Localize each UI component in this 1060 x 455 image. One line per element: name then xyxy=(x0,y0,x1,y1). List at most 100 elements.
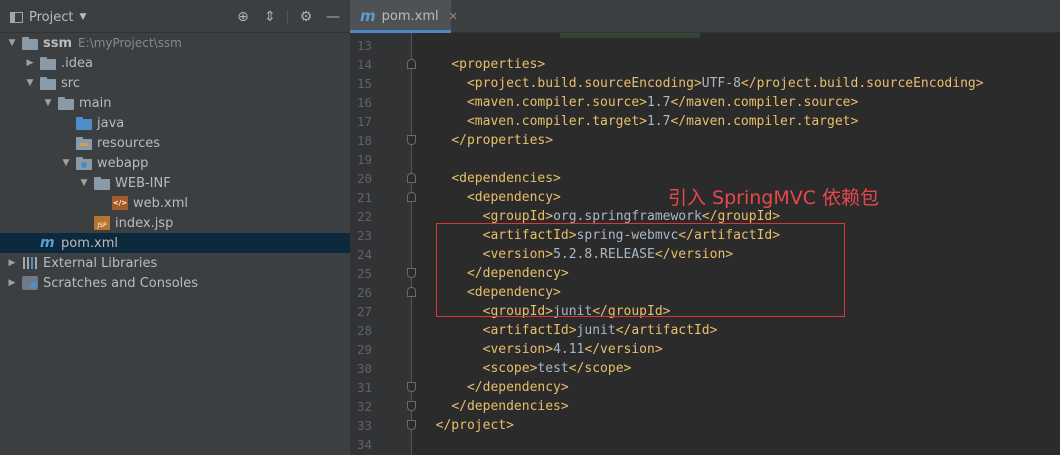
gear-icon[interactable]: ⚙ xyxy=(297,8,315,26)
line-number: 28 xyxy=(356,323,372,338)
resources-folder-icon xyxy=(76,136,92,150)
line-number: 29 xyxy=(356,342,372,357)
code-text: <dependency> xyxy=(466,190,561,205)
line-number: 14 xyxy=(356,57,372,72)
code-line: 34 xyxy=(350,435,1060,454)
line-number: 32 xyxy=(356,399,372,414)
project-view-selector[interactable]: Project ▼ xyxy=(10,8,86,26)
tree-item[interactable]: ▼ WEB-INF xyxy=(0,173,350,193)
line-number: 30 xyxy=(356,361,372,376)
code-line: 15 <project.build.sourceEncoding>UTF-8</… xyxy=(350,74,1060,93)
web-folder-icon xyxy=(76,156,92,170)
fold-marker-icon[interactable] xyxy=(407,420,416,430)
tree-item[interactable]: ▼ ssm E:\myProject\ssm xyxy=(0,33,350,53)
folder-icon xyxy=(58,96,74,110)
tree-item[interactable]: ▶ External Libraries xyxy=(0,253,350,273)
line-number: 19 xyxy=(356,152,372,167)
code-text: </project> xyxy=(435,418,514,433)
folder-icon xyxy=(40,76,56,90)
tree-item[interactable]: ▶</>web.xml xyxy=(0,193,350,213)
tree-item-label: External Libraries xyxy=(43,255,158,271)
project-panel-header: Project ▼ ⊕ ⇕ ⚙ — xyxy=(0,0,350,33)
code-line: 17 <maven.compiler.target>1.7</maven.com… xyxy=(350,112,1060,131)
toolbar-divider xyxy=(287,10,288,24)
tab-pom-xml[interactable]: m pom.xml ✕ xyxy=(350,0,458,33)
project-panel-title: Project xyxy=(29,9,74,25)
tree-item[interactable]: ▼ main xyxy=(0,93,350,113)
fold-marker-icon[interactable] xyxy=(407,173,416,183)
code-line: 19 xyxy=(350,150,1060,169)
tab-label: pom.xml xyxy=(381,8,439,24)
tree-item-label: WEB-INF xyxy=(115,175,171,191)
project-panel-toolbar: ⊕ ⇕ ⚙ — xyxy=(225,8,342,26)
fold-marker-icon[interactable] xyxy=(407,268,416,278)
code-text: </properties> xyxy=(451,133,554,148)
fold-marker-icon[interactable] xyxy=(407,59,416,69)
tree-item[interactable]: ▶ Scratches and Consoles xyxy=(0,273,350,293)
line-number: 33 xyxy=(356,418,372,433)
line-number: 25 xyxy=(356,266,372,281)
tree-item[interactable]: ▶ .idea xyxy=(0,53,350,73)
tree-item[interactable]: ▶JSPindex.jsp xyxy=(0,213,350,233)
editor: m pom.xml ✕ 13 14 <properties> 15 <project… xyxy=(350,0,1060,455)
expanded-arrow-icon[interactable]: ▼ xyxy=(42,98,54,108)
project-panel: Project ▼ ⊕ ⇕ ⚙ — ▼ ssm E:\myProject\ssm ▶.… xyxy=(0,0,350,455)
tree-item-label: Scratches and Consoles xyxy=(43,275,199,291)
close-icon[interactable]: ✕ xyxy=(449,10,458,23)
xml-file-icon: </> xyxy=(112,196,128,210)
fold-marker-icon[interactable] xyxy=(407,192,416,202)
tree-item-label: pom.xml xyxy=(61,235,118,251)
fold-marker-icon[interactable] xyxy=(407,382,416,392)
tree-item-label: src xyxy=(61,75,80,91)
tree-item[interactable]: ▼ webapp xyxy=(0,153,350,173)
hide-panel-icon[interactable]: — xyxy=(324,8,342,26)
tree-item[interactable]: ▼ src xyxy=(0,73,350,93)
expanded-arrow-icon[interactable]: ▼ xyxy=(24,78,36,88)
locate-file-icon[interactable]: ⊕ xyxy=(234,8,252,26)
code-text: <project.build.sourceEncoding>UTF-8</pro… xyxy=(466,76,984,91)
code-line: 13 xyxy=(350,36,1060,55)
tree-item[interactable]: ▶mpom.xml xyxy=(0,233,350,253)
code-line: 28 <artifactId>junit</artifactId> xyxy=(350,321,1060,340)
line-number: 16 xyxy=(356,95,372,110)
tree-item-label: main xyxy=(79,95,112,111)
collapsed-arrow-icon[interactable]: ▶ xyxy=(6,278,18,288)
line-number: 23 xyxy=(356,228,372,243)
fold-marker-icon[interactable] xyxy=(407,135,416,145)
code-line: 31 </dependency> xyxy=(350,378,1060,397)
line-number: 31 xyxy=(356,380,372,395)
line-number: 13 xyxy=(356,38,372,53)
tree-item[interactable]: ▶resources xyxy=(0,133,350,153)
code-line: 33 </project> xyxy=(350,416,1060,435)
collapse-all-icon[interactable]: ⇕ xyxy=(261,8,279,26)
tree-item-label: java xyxy=(97,115,125,131)
tree-item-label: resources xyxy=(97,135,161,151)
tree-item-label: webapp xyxy=(97,155,149,171)
collapsed-arrow-icon[interactable]: ▶ xyxy=(6,258,18,268)
maven-icon: m xyxy=(360,7,376,25)
code-text: <maven.compiler.source>1.7</maven.compil… xyxy=(466,95,859,110)
expanded-arrow-icon[interactable]: ▼ xyxy=(78,178,90,188)
collapsed-arrow-icon[interactable]: ▶ xyxy=(24,58,36,68)
fold-marker-icon[interactable] xyxy=(407,287,416,297)
code-text: </dependencies> xyxy=(451,399,569,414)
fold-marker-icon[interactable] xyxy=(407,401,416,411)
tree-item-label: web.xml xyxy=(133,195,188,211)
tree-item[interactable]: ▶java xyxy=(0,113,350,133)
folder-icon xyxy=(40,56,56,70)
expanded-arrow-icon[interactable]: ▼ xyxy=(6,38,18,48)
annotation-box xyxy=(436,223,845,317)
code-area[interactable]: 13 14 <properties> 15 <project.build.sourc… xyxy=(350,33,1060,455)
tree-item-label: index.jsp xyxy=(115,215,174,231)
code-line: 30 <scope>test</scope> xyxy=(350,359,1060,378)
code-text: <dependencies> xyxy=(451,171,561,186)
line-number: 27 xyxy=(356,304,372,319)
code-line: 29 <version>4.11</version> xyxy=(350,340,1060,359)
line-number: 21 xyxy=(356,190,372,205)
annotation-label: 引入 SpringMVC 依赖包 xyxy=(668,187,880,209)
code-line: 14 <properties> xyxy=(350,55,1060,74)
project-window-icon xyxy=(10,11,23,23)
scratches-icon xyxy=(22,276,38,290)
expanded-arrow-icon[interactable]: ▼ xyxy=(60,158,72,168)
line-number: 26 xyxy=(356,285,372,300)
